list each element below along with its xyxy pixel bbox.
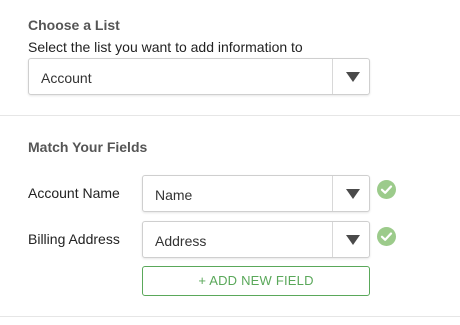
- field-label-billing-address: Billing Address: [28, 231, 120, 247]
- field-select-value: Name: [155, 187, 193, 203]
- caret-down-icon: [346, 189, 360, 199]
- add-new-field-button[interactable]: + ADD NEW FIELD: [142, 266, 370, 296]
- field-label-account-name: Account Name: [28, 185, 120, 201]
- select-divider: [332, 222, 333, 257]
- field-select-account-name[interactable]: Name: [142, 175, 370, 212]
- bottom-divider: [0, 316, 460, 317]
- select-divider: [332, 59, 333, 94]
- list-select-value: Account: [41, 70, 92, 86]
- check-circle-icon: [377, 227, 396, 246]
- match-fields-title: Match Your Fields: [28, 139, 148, 155]
- choose-list-subtitle: Select the list you want to add informat…: [28, 39, 303, 55]
- section-divider: [0, 115, 460, 116]
- caret-down-icon: [346, 72, 360, 82]
- field-select-value: Address: [155, 233, 207, 249]
- choose-list-title: Choose a List: [28, 17, 120, 33]
- select-divider: [332, 176, 333, 211]
- add-to-list-panel: Choose a List Select the list you want t…: [0, 0, 460, 325]
- caret-down-icon: [346, 235, 360, 245]
- list-select[interactable]: Account: [28, 58, 370, 95]
- field-select-billing-address[interactable]: Address: [142, 221, 370, 258]
- check-circle-icon: [377, 180, 396, 199]
